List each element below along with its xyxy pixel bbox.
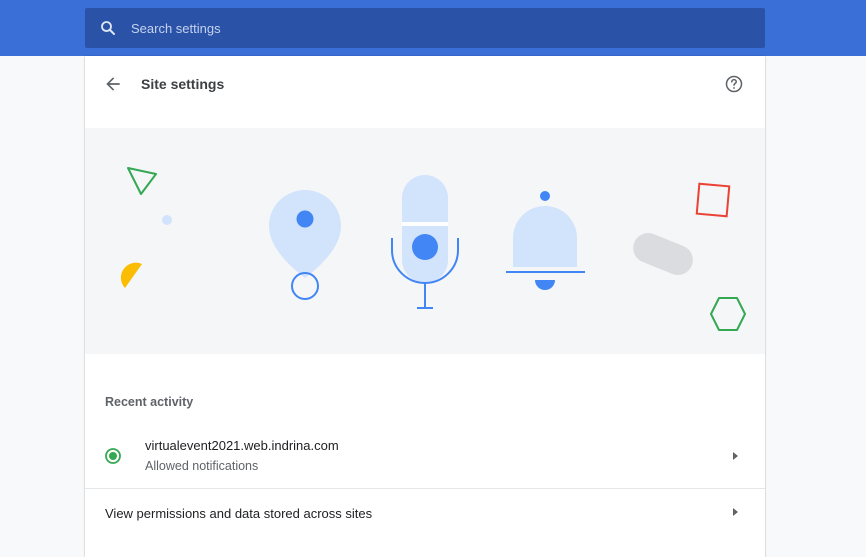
recent-activity-item[interactable]: virtualevent2021.web.indrina.com Allowed… (85, 426, 765, 488)
microphone-icon (391, 175, 459, 309)
chevron-right-icon (733, 508, 738, 516)
bell-icon (506, 191, 585, 290)
illustration-svg (120, 167, 746, 331)
chevron-right-icon (733, 452, 738, 460)
red-square-shape (695, 182, 731, 218)
status-dot-icon (105, 448, 121, 464)
view-permissions-label: View permissions and data stored across … (105, 506, 373, 521)
help-icon[interactable] (724, 74, 744, 94)
page-header: Site settings (85, 56, 765, 112)
page-title: Site settings (141, 76, 225, 92)
site-url: virtualevent2021.web.indrina.com (145, 438, 339, 453)
search-bar[interactable] (85, 8, 765, 48)
back-arrow-icon[interactable] (103, 74, 123, 94)
recent-activity-heading: Recent activity (105, 395, 194, 409)
yellow-half-circle-shape (120, 262, 142, 288)
green-hexagon-shape (710, 297, 746, 331)
location-pin-icon (269, 190, 341, 300)
site-status: Allowed notifications (145, 459, 259, 473)
grey-pill-shape (633, 233, 693, 275)
search-icon (101, 21, 115, 35)
search-input[interactable] (131, 8, 751, 48)
view-permissions-row[interactable]: View permissions and data stored across … (85, 489, 765, 535)
settings-card: Site settings Recent activity virtualeve… (85, 56, 765, 557)
green-triangle-shape (127, 167, 157, 195)
small-dot-shape (162, 215, 172, 225)
top-bar (0, 0, 866, 56)
site-settings-illustration (85, 128, 765, 354)
